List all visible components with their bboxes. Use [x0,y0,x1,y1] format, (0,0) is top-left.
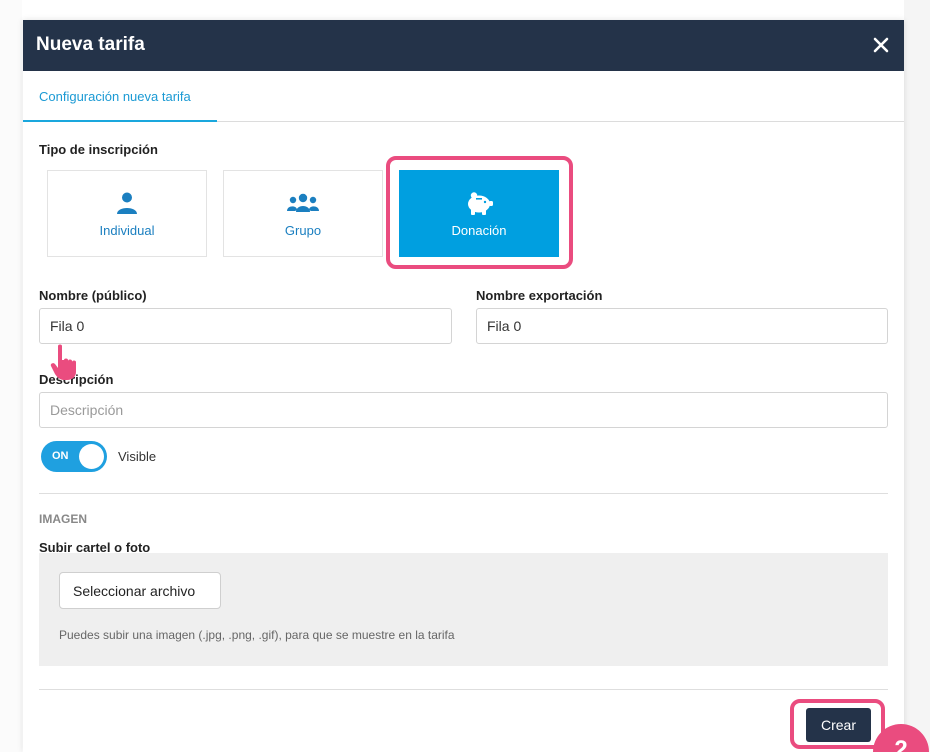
upload-help-text: Puedes subir una imagen (.jpg, .png, .gi… [59,628,455,642]
type-option-group[interactable]: Grupo [223,170,383,257]
tab-bar: Configuración nueva tarifa [23,71,904,122]
page-background-right [904,0,930,752]
modal-title: Nueva tarifa [36,34,145,55]
toggle-state: ON [52,450,69,462]
toggle-knob [79,444,104,469]
section-divider [39,493,888,494]
tab-configuration[interactable]: Configuración nueva tarifa [23,71,217,122]
export-name-label: Nombre exportación [476,288,603,303]
footer-divider [39,689,888,690]
group-icon [287,193,319,212]
create-button[interactable]: Crear [806,708,871,742]
type-option-individual[interactable]: Individual [47,170,207,257]
type-option-label: Grupo [284,223,322,238]
person-icon [117,192,137,214]
donation-highlight [386,156,573,269]
registration-type-label: Tipo de inscripción [39,142,158,157]
export-name-input[interactable]: Fila 0 [476,308,888,344]
description-input[interactable]: Descripción [39,392,888,428]
public-name-input[interactable]: Fila 0 [39,308,452,344]
modal-header: Nueva tarifa [23,20,904,71]
hand-cursor-icon [50,344,76,380]
visible-label: Visible [118,449,157,464]
page-background-left [0,0,22,752]
public-name-label: Nombre (público) [39,288,147,303]
visible-toggle[interactable]: ON [41,441,107,472]
close-icon[interactable] [872,36,890,54]
select-file-button[interactable]: Seleccionar archivo [59,572,221,609]
image-section-title: IMAGEN [39,512,87,526]
type-option-label: Individual [99,223,155,238]
upload-area: Seleccionar archivo Puedes subir una ima… [39,553,888,666]
